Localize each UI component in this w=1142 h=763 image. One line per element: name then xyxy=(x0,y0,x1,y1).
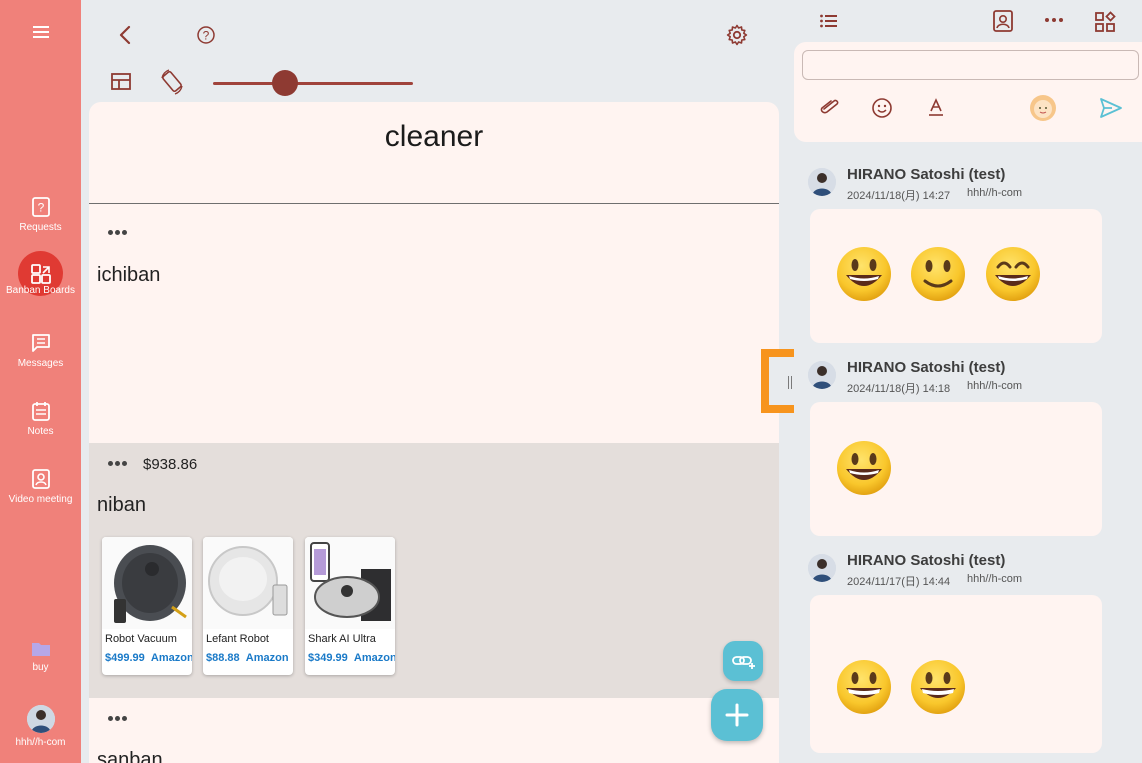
sender-name: HIRANO Satoshi (test) xyxy=(847,552,1006,569)
robot-vacuum-image xyxy=(102,537,192,629)
add-button[interactable] xyxy=(711,689,763,741)
product-name: Lefant Robot xyxy=(206,633,269,645)
back-chevron-icon[interactable] xyxy=(114,24,136,46)
drag-handle-icon[interactable] xyxy=(108,458,128,468)
nav-item-requests[interactable]: ? Requests xyxy=(0,196,81,233)
left-nav: ? Requests Banban Boards Messages Notes … xyxy=(0,0,81,763)
sender-avatar xyxy=(808,168,836,196)
user-avatar xyxy=(26,705,55,733)
emoji-smile-icon[interactable] xyxy=(871,97,893,119)
message-user-id: hhh//h-com xyxy=(967,573,1023,585)
message-timestamp: 2024/11/18(月) 14:18 xyxy=(847,383,951,395)
hamburger-menu-icon[interactable] xyxy=(29,22,53,42)
question-box-icon: ? xyxy=(31,197,50,217)
person-avatar-icon xyxy=(808,361,836,389)
zoom-slider-track[interactable] xyxy=(213,82,413,85)
attachment-icon[interactable] xyxy=(818,98,840,114)
section-title: sanban xyxy=(97,749,163,763)
sender-name: HIRANO Satoshi (test) xyxy=(847,359,1006,376)
product-name: Robot Vacuum xyxy=(105,633,177,645)
person-avatar-icon xyxy=(26,705,55,733)
grinning-emoji-icon xyxy=(837,247,891,301)
boards-icon xyxy=(30,263,51,284)
drag-handle-icon[interactable] xyxy=(108,713,128,723)
zoom-slider-thumb[interactable] xyxy=(272,70,298,96)
plus-icon xyxy=(725,703,749,727)
section-total-price: $938.86 xyxy=(143,456,198,473)
sticker-avatar-icon[interactable] xyxy=(1029,94,1057,122)
board-title: cleaner xyxy=(384,120,484,153)
message-bubble[interactable] xyxy=(810,402,1102,536)
add-link-button[interactable] xyxy=(723,641,763,681)
grinning-emoji-icon xyxy=(837,441,891,495)
robot-vacuum-image xyxy=(203,537,293,629)
list-icon[interactable] xyxy=(819,12,839,30)
big-grin-emoji-icon xyxy=(986,247,1040,301)
section-title: niban xyxy=(97,494,146,516)
nav-folder-buy[interactable]: buy xyxy=(0,640,81,673)
user-label: hhh//h-com xyxy=(15,737,66,748)
product-card[interactable]: Robot Vacuum $499.99 Amazon xyxy=(102,537,192,675)
message-timestamp: 2024/11/18(月) 14:27 xyxy=(847,190,951,202)
message-composer xyxy=(794,42,1142,142)
message-input[interactable] xyxy=(802,50,1139,80)
smile-emoji-icon xyxy=(911,247,965,301)
board-section: sanban xyxy=(89,698,779,763)
nav-item-label: Notes xyxy=(27,426,54,437)
apps-grid-icon[interactable] xyxy=(1094,11,1116,33)
help-icon[interactable]: ? xyxy=(196,25,216,45)
product-card[interactable]: Shark AI Ultra $349.99 Amazon xyxy=(305,537,395,675)
product-price: $349.99 Amazon xyxy=(308,652,395,664)
nav-item-notes[interactable]: Notes xyxy=(0,400,81,437)
robot-vacuum-image xyxy=(305,537,395,629)
folder-label: buy xyxy=(32,662,49,673)
grip-line xyxy=(788,376,789,389)
nav-item-label: Requests xyxy=(19,222,62,233)
sender-avatar xyxy=(808,554,836,582)
message-user-id: hhh//h-com xyxy=(967,187,1023,199)
message-bubble[interactable] xyxy=(810,209,1102,343)
grinning-emoji-icon xyxy=(837,660,891,714)
rotate-screen-icon[interactable] xyxy=(159,68,185,96)
product-name: Shark AI Ultra xyxy=(308,633,376,645)
sender-avatar xyxy=(808,361,836,389)
nav-item-label: Banban Boards xyxy=(6,285,75,296)
video-meeting-icon xyxy=(31,469,50,489)
person-avatar-icon xyxy=(808,168,836,196)
grip-line xyxy=(791,376,792,389)
nav-user[interactable]: hhh//h-com xyxy=(0,705,81,748)
product-price: $499.99 Amazon xyxy=(105,652,192,664)
board-panel: cleaner ichiban $938.86 niban Robot Vacu… xyxy=(89,102,779,763)
more-horizontal-icon[interactable] xyxy=(1044,14,1064,26)
chat-panel: HIRANO Satoshi (test) 2024/11/18(月) 14:2… xyxy=(794,0,1142,763)
folder-icon xyxy=(31,643,50,656)
message-timestamp: 2024/11/17(日) 14:44 xyxy=(847,576,951,588)
product-price: $88.88 Amazon xyxy=(206,652,289,664)
person-avatar-icon xyxy=(808,554,836,582)
nav-item-banban-boards[interactable]: Banban Boards xyxy=(0,251,81,296)
product-card[interactable]: Lefant Robot $88.88 Amazon xyxy=(203,537,293,675)
text-format-icon[interactable] xyxy=(927,98,945,118)
board-section: $938.86 niban Robot Vacuum $499.99 Amazo… xyxy=(89,443,779,698)
link-add-icon xyxy=(732,656,755,669)
section-title: ichiban xyxy=(97,264,161,286)
message-user-id: hhh//h-com xyxy=(967,380,1023,392)
svg-text:?: ? xyxy=(203,29,210,43)
layout-icon[interactable] xyxy=(110,71,132,93)
drag-handle-icon[interactable] xyxy=(108,227,128,237)
nav-item-label: Video meeting xyxy=(8,494,73,505)
gear-icon[interactable] xyxy=(726,24,748,46)
svg-text:?: ? xyxy=(37,201,44,215)
nav-item-label: Messages xyxy=(17,358,64,369)
send-icon[interactable] xyxy=(1099,97,1123,119)
sender-name: HIRANO Satoshi (test) xyxy=(847,166,1006,183)
notes-icon xyxy=(31,402,50,421)
contact-card-icon[interactable] xyxy=(992,9,1014,33)
message-bubble[interactable] xyxy=(810,595,1102,753)
grinning-emoji-icon xyxy=(911,660,965,714)
nav-item-messages[interactable]: Messages xyxy=(0,332,81,369)
message-icon xyxy=(31,334,50,352)
nav-item-video-meeting[interactable]: Video meeting xyxy=(0,468,81,505)
